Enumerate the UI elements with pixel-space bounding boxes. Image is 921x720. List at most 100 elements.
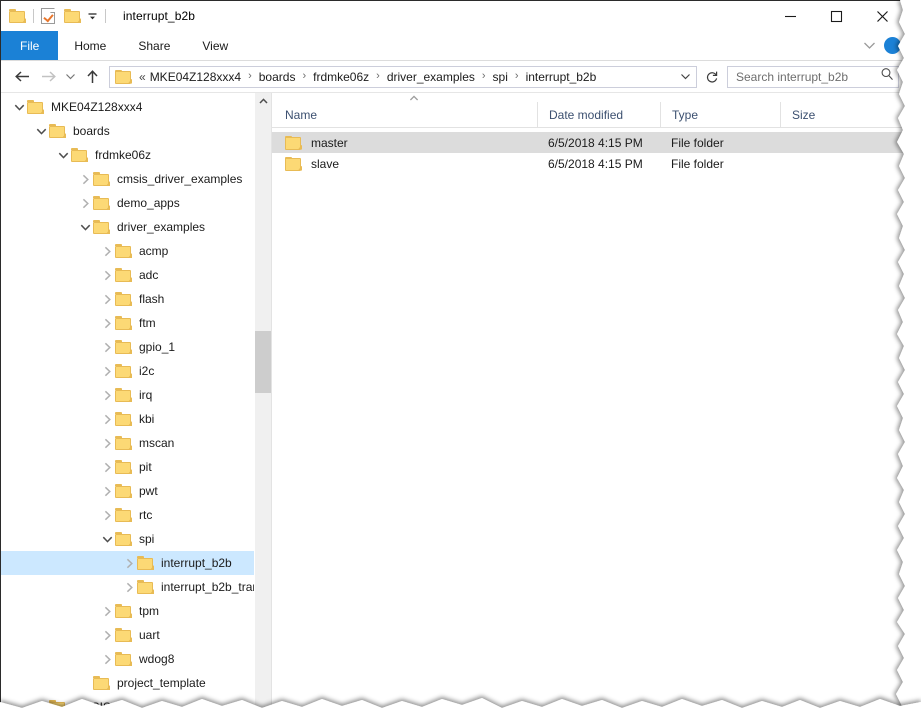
help-icon[interactable] (884, 37, 901, 54)
chevron-down-icon[interactable] (77, 219, 93, 235)
tab-home[interactable]: Home (58, 31, 122, 60)
tree-item-pit[interactable]: pit (1, 455, 271, 479)
table-row[interactable]: master 6/5/2018 4:15 PM File folder (272, 132, 905, 153)
chevron-right-icon[interactable] (99, 603, 115, 619)
tree-item-mscan[interactable]: mscan (1, 431, 271, 455)
tree-item-tpm[interactable]: tpm (1, 599, 271, 623)
chevron-right-icon[interactable] (99, 435, 115, 451)
up-button[interactable] (79, 64, 105, 90)
tree-item-adc[interactable]: adc (1, 263, 271, 287)
chevron-right-icon[interactable] (77, 195, 93, 211)
chevron-right-icon[interactable] (99, 387, 115, 403)
column-header-type[interactable]: Type (660, 102, 780, 128)
chevron-right-icon[interactable] (99, 627, 115, 643)
breadcrumb-item-4[interactable]: spi (492, 70, 509, 84)
tab-share[interactable]: Share (122, 31, 186, 60)
tree-item-gpio-1[interactable]: gpio_1 (1, 335, 271, 359)
scroll-up-icon[interactable] (255, 93, 271, 110)
customize-dropdown-icon[interactable] (87, 11, 98, 22)
column-header-size[interactable]: Size (780, 102, 860, 128)
chevron-down-icon[interactable] (99, 531, 115, 547)
tree-item-flash[interactable]: flash (1, 287, 271, 311)
chevron-right-icon[interactable] (121, 579, 137, 595)
chevron-right-icon[interactable] (99, 651, 115, 667)
tree-item-mke04z128xxx4[interactable]: MKE04Z128xxx4 (1, 95, 271, 119)
breadcrumb-item-1[interactable]: boards (258, 70, 297, 84)
back-button[interactable] (9, 64, 35, 90)
chevron-right-icon[interactable] (99, 483, 115, 499)
tree-item-boards[interactable]: boards (1, 119, 271, 143)
tree-item-spi[interactable]: spi (1, 527, 271, 551)
chevron-right-icon[interactable] (99, 459, 115, 475)
breadcrumb-sep-1[interactable]: › (242, 71, 258, 82)
breadcrumb-dropdown-icon[interactable] (674, 72, 696, 81)
chevron-right-icon[interactable] (99, 507, 115, 523)
breadcrumb-item-0[interactable]: MKE04Z128xxx4 (149, 70, 242, 84)
tree-item-i2c[interactable]: i2c (1, 359, 271, 383)
tab-view[interactable]: View (186, 31, 244, 60)
forward-button[interactable] (35, 64, 61, 90)
chevron-down-icon[interactable] (33, 123, 49, 139)
chevron-down-icon[interactable] (55, 147, 71, 163)
tree-item-interrupt-b2b-transfer[interactable]: interrupt_b2b_transfer (1, 575, 271, 599)
chevron-right-icon[interactable] (99, 243, 115, 259)
refresh-icon[interactable] (701, 66, 723, 88)
column-header-date-modified[interactable]: Date modified (537, 102, 660, 128)
tree-item-label: pwt (139, 484, 158, 498)
tree-item-demo-apps[interactable]: demo_apps (1, 191, 271, 215)
chevron-right-icon[interactable] (33, 699, 49, 707)
table-row[interactable]: slave 6/5/2018 4:15 PM File folder (272, 153, 905, 174)
breadcrumb-sep-3[interactable]: › (370, 71, 386, 82)
chevron-down-icon[interactable] (863, 41, 876, 50)
search-input[interactable]: Search interrupt_b2b (736, 70, 880, 84)
tree-item-frdmke06z[interactable]: frdmke06z (1, 143, 271, 167)
chevron-right-icon[interactable] (77, 171, 93, 187)
tree-item-pwt[interactable]: pwt (1, 479, 271, 503)
file-name-cell[interactable]: master (272, 135, 537, 150)
chevron-right-icon[interactable] (99, 291, 115, 307)
breadcrumb-item-3[interactable]: driver_examples (386, 70, 476, 84)
tree-item-project-template[interactable]: project_template (1, 671, 271, 695)
nav-scrollbar[interactable] (254, 93, 271, 707)
maximize-button[interactable] (813, 1, 859, 31)
column-header-name[interactable]: Name (272, 102, 537, 128)
breadcrumb-sep-2[interactable]: › (296, 71, 312, 82)
search-icon[interactable] (880, 67, 894, 86)
breadcrumb[interactable]: « › MKE04Z128xxx4 › boards › frdmke06z ›… (109, 65, 697, 88)
tree-item-wdog8[interactable]: wdog8 (1, 647, 271, 671)
minimize-button[interactable] (767, 1, 813, 31)
chevron-right-icon[interactable] (99, 315, 115, 331)
tree-item-irq[interactable]: irq (1, 383, 271, 407)
chevron-right-icon[interactable] (99, 363, 115, 379)
chevron-right-icon[interactable] (99, 339, 115, 355)
breadcrumb-item-2[interactable]: frdmke06z (312, 70, 370, 84)
file-list-pane: Name Date modified Type Size master 6/5/2018… (272, 93, 905, 707)
tree-item-cmsis-driver-examples[interactable]: cmsis_driver_examples (1, 167, 271, 191)
chevron-right-icon[interactable] (99, 411, 115, 427)
breadcrumb-overflow[interactable]: « (138, 70, 149, 84)
file-name-cell[interactable]: slave (272, 156, 537, 171)
search-box[interactable]: Search interrupt_b2b (727, 65, 899, 88)
folder-icon[interactable] (9, 9, 26, 23)
chevron-right-icon[interactable] (121, 555, 137, 571)
chevron-down-icon[interactable] (11, 99, 27, 115)
new-folder-icon[interactable] (64, 9, 81, 23)
breadcrumb-item-5[interactable]: interrupt_b2b (525, 70, 598, 84)
tree-item-driver-examples[interactable]: driver_examples (1, 215, 271, 239)
tree-item-acmp[interactable]: acmp (1, 239, 271, 263)
tab-file[interactable]: File (1, 31, 59, 60)
close-button[interactable] (859, 1, 905, 31)
breadcrumb-sep-4[interactable]: › (476, 71, 492, 82)
breadcrumb-sep-5[interactable]: › (509, 71, 525, 82)
tree-item-label: ftm (139, 316, 156, 330)
tree-item-ftm[interactable]: ftm (1, 311, 271, 335)
tree-item-cmsis[interactable]: CMSIS (1, 695, 271, 707)
nav-scrollbar-thumb[interactable] (255, 331, 271, 393)
recent-locations-icon[interactable] (61, 64, 79, 90)
properties-icon[interactable] (41, 8, 55, 24)
tree-item-interrupt-b2b[interactable]: interrupt_b2b (1, 551, 271, 575)
chevron-right-icon[interactable] (99, 267, 115, 283)
tree-item-rtc[interactable]: rtc (1, 503, 271, 527)
tree-item-kbi[interactable]: kbi (1, 407, 271, 431)
tree-item-uart[interactable]: uart (1, 623, 271, 647)
